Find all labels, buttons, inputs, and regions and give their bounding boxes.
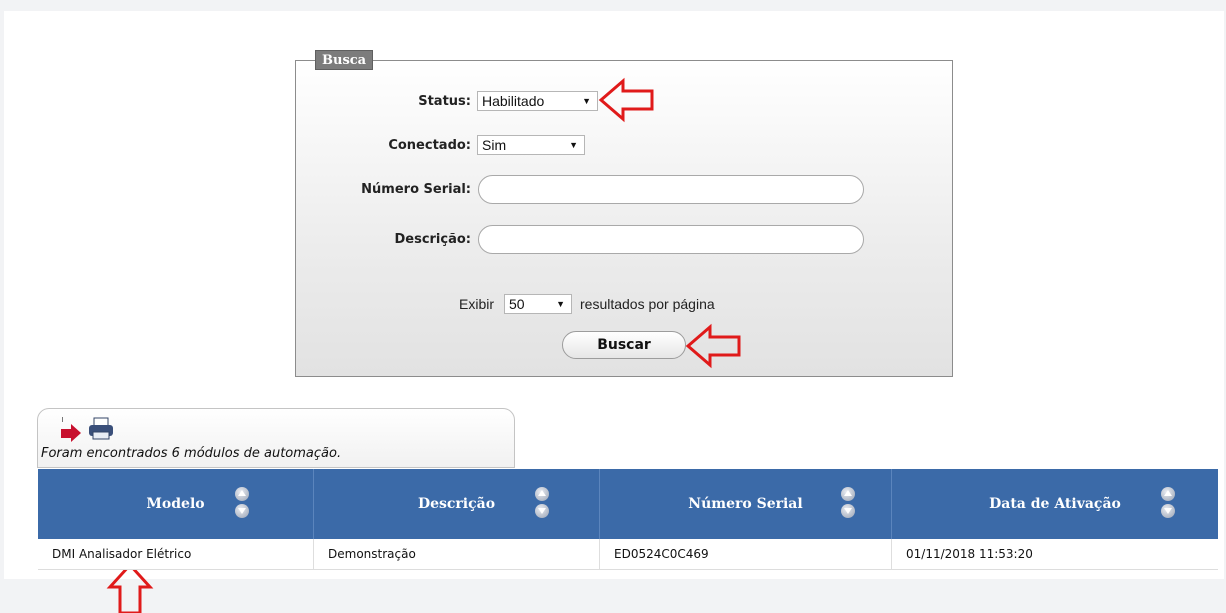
sort-icon[interactable] [1161,487,1175,521]
per-page-select[interactable]: 50 ▼ [504,294,572,314]
column-header-data-ativacao[interactable]: Data de Ativação [892,469,1218,539]
exibir-label: Exibir [459,296,495,312]
export-icon[interactable] [59,416,83,442]
print-icon[interactable] [86,416,116,442]
column-header-label: Descrição [417,496,496,512]
status-select-value: Habilitado [482,93,545,109]
numero-serial-input[interactable] [478,175,864,204]
sort-icon[interactable] [535,487,549,521]
chevron-down-icon: ▼ [582,96,591,106]
table-row[interactable]: DMI Analisador Elétrico Demonstração ED0… [38,539,1218,570]
conectado-select-value: Sim [482,137,507,153]
conectado-label: Conectado: [388,138,471,153]
annotation-arrow-left-icon [685,323,741,369]
sort-icon[interactable] [841,487,855,521]
column-header-descricao[interactable]: Descrição [314,469,600,539]
descricao-input[interactable] [478,225,864,254]
status-label: Status: [418,94,471,109]
descricao-label: Descrição: [394,232,471,247]
cell-numero-serial: ED0524C0C469 [600,539,892,569]
results-summary: Foram encontrados 6 módulos de automação… [41,446,342,461]
results-table-header: Modelo Descrição Número Serial Data de A… [38,469,1218,539]
sort-icon[interactable] [235,487,249,521]
chevron-down-icon: ▼ [569,140,578,150]
cell-modelo: DMI Analisador Elétrico [38,539,314,569]
numero-serial-label: Número Serial: [361,182,471,197]
column-header-numero-serial[interactable]: Número Serial [600,469,892,539]
column-header-label: Modelo [146,496,205,512]
per-page-select-value: 50 [509,296,525,312]
buscar-button[interactable]: Buscar [562,331,686,359]
annotation-arrow-left-icon [598,77,654,123]
chevron-down-icon: ▼ [556,299,565,309]
search-legend: Busca [315,50,374,70]
status-select[interactable]: Habilitado ▼ [477,91,598,111]
cell-descricao: Demonstração [314,539,600,569]
conectado-select[interactable]: Sim ▼ [477,135,585,155]
column-header-modelo[interactable]: Modelo [38,469,314,539]
cell-data-ativacao: 01/11/2018 11:53:20 [906,547,1033,561]
per-page-suffix: resultados por página [580,296,715,312]
